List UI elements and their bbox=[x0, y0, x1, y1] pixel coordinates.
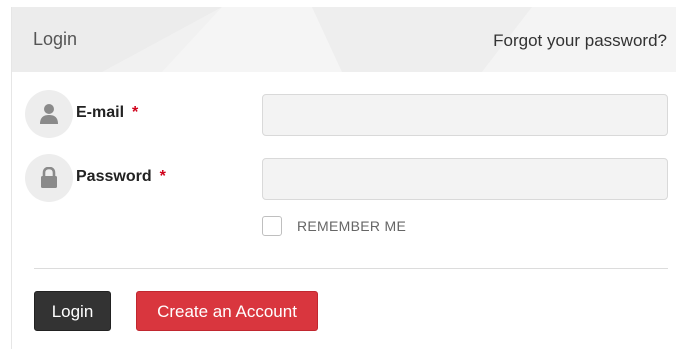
password-input[interactable] bbox=[262, 158, 668, 200]
lock-icon bbox=[25, 154, 73, 202]
password-label: Password * bbox=[76, 168, 166, 185]
login-button[interactable]: Login bbox=[34, 291, 111, 331]
required-mark: * bbox=[159, 168, 166, 185]
login-panel: Login Forgot your password? E-mail * Pass… bbox=[11, 7, 676, 349]
page-title: Login bbox=[33, 29, 78, 49]
create-account-button[interactable]: Create an Account bbox=[136, 291, 318, 331]
required-mark: * bbox=[132, 104, 139, 121]
remember-me-checkbox[interactable] bbox=[262, 216, 282, 236]
divider bbox=[34, 268, 668, 269]
remember-me-label: REMEMBER ME bbox=[297, 218, 407, 234]
email-label: E-mail * bbox=[76, 104, 139, 121]
user-icon bbox=[25, 90, 73, 138]
forgot-password-link[interactable]: Forgot your password? bbox=[493, 31, 667, 51]
email-input[interactable] bbox=[262, 94, 668, 136]
panel-header: Login Forgot your password? bbox=[12, 7, 676, 72]
